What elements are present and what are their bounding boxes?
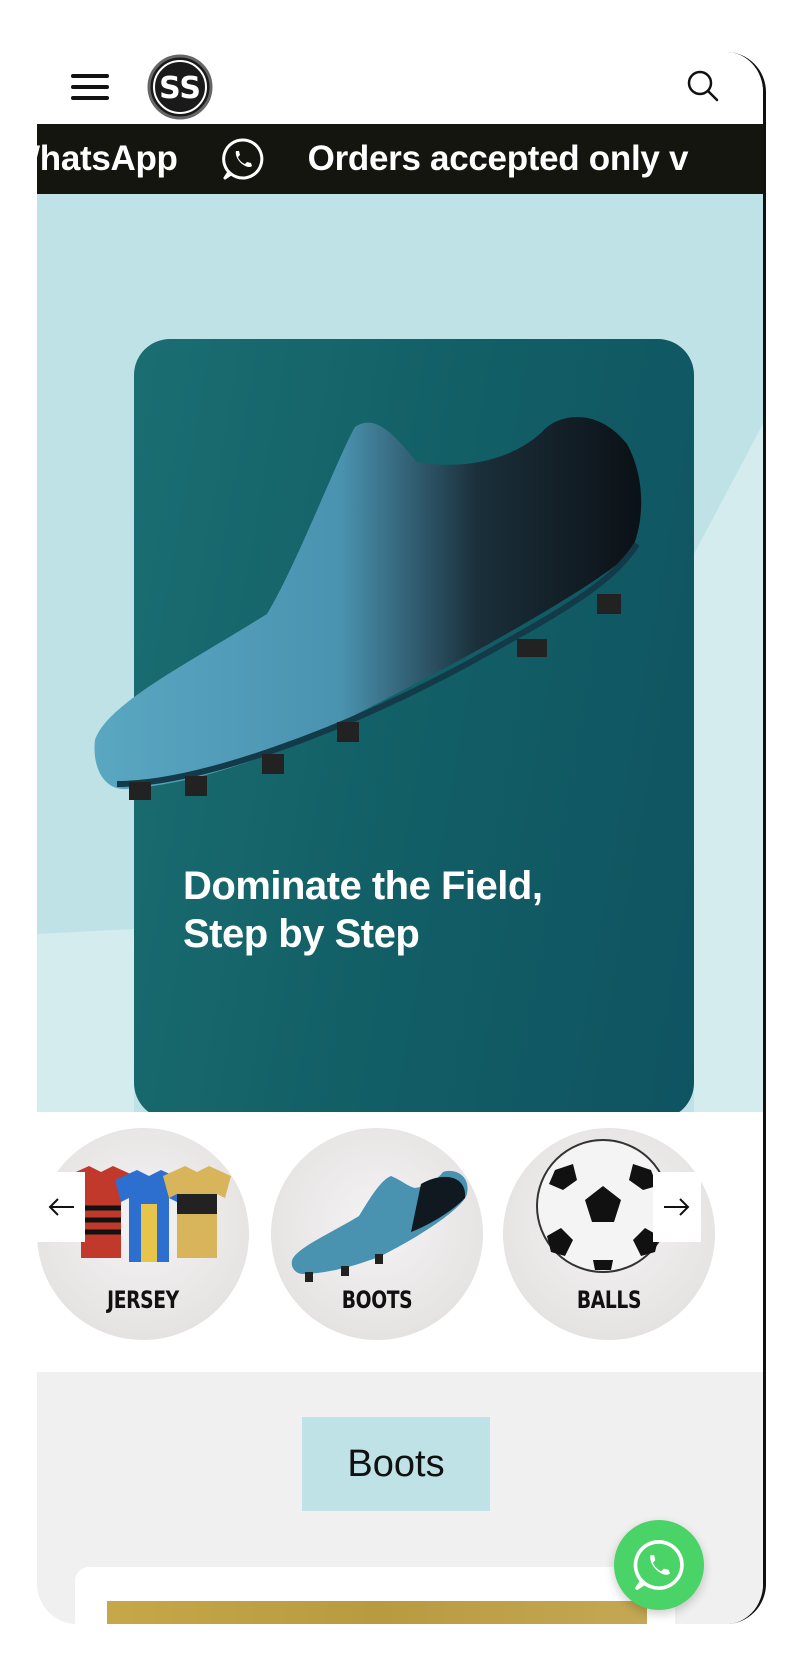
arrow-left-icon[interactable] <box>37 1172 85 1242</box>
hamburger-menu-icon[interactable] <box>71 66 111 106</box>
whatsapp-icon <box>633 1540 684 1590</box>
category-label: BOOTS <box>341 1286 413 1314</box>
svg-text:SS: SS <box>159 71 201 106</box>
section-title: Boots <box>302 1417 490 1511</box>
product-image <box>107 1601 647 1624</box>
boot-image <box>94 416 642 800</box>
announcement-bar: WhatsApp Orders accepted only v <box>37 124 763 194</box>
logo[interactable]: SS <box>145 52 215 122</box>
product-card[interactable] <box>75 1567 675 1624</box>
whatsapp-button[interactable] <box>614 1520 704 1610</box>
category-carousel: JERSEY BOOTS BALLS <box>37 1112 763 1372</box>
announcement-text: WhatsApp <box>37 139 178 178</box>
arrow-right-icon[interactable] <box>653 1172 701 1242</box>
header: SS <box>37 52 763 124</box>
category-label: JERSEY <box>107 1286 179 1314</box>
category-boots[interactable]: BOOTS <box>271 1128 483 1340</box>
search-icon[interactable] <box>683 66 723 106</box>
phone-frame: SS WhatsApp Orders accepted only v <box>37 52 766 1624</box>
whatsapp-icon <box>220 136 266 182</box>
announcement-text: Orders accepted only v <box>307 139 689 178</box>
category-label: BALLS <box>576 1286 642 1314</box>
hero-title: Dominate the Field, Step by Step <box>183 864 543 956</box>
hero-banner[interactable]: Dominate the Field, Step by Step <box>37 194 763 1112</box>
